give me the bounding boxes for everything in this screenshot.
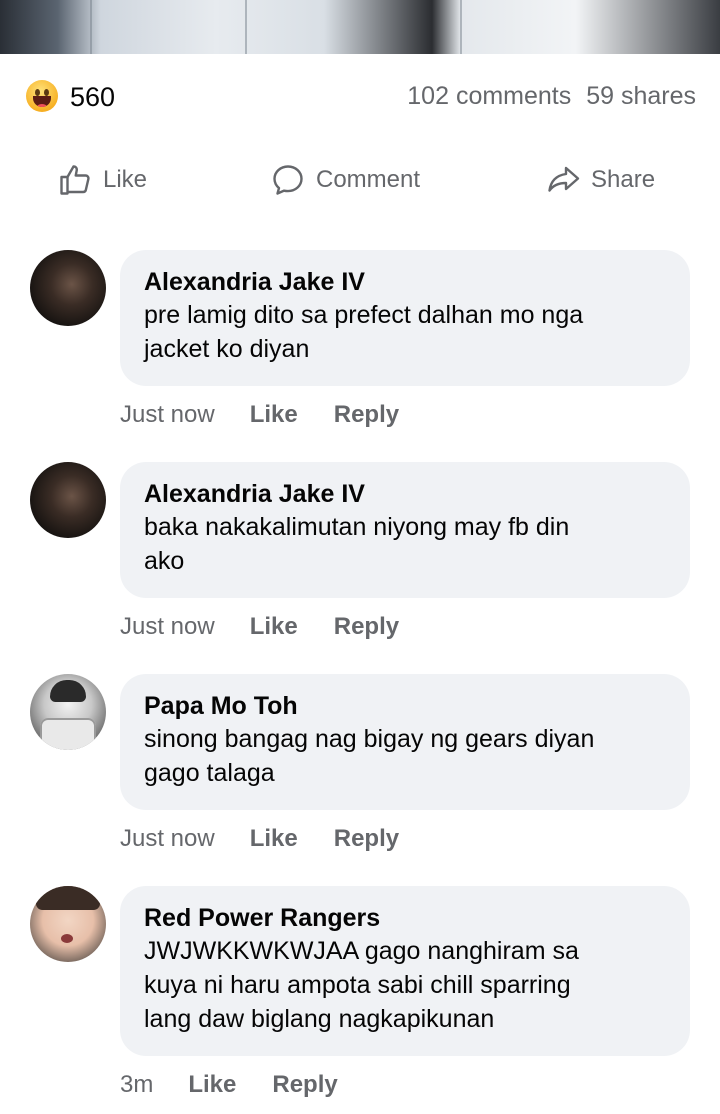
share-button[interactable]: Share bbox=[545, 160, 655, 200]
comment-meta: Just now Like Reply bbox=[120, 822, 435, 856]
post-action-bar: Like Comment Share bbox=[0, 150, 720, 210]
share-arrow-icon bbox=[548, 166, 580, 192]
commenter-name[interactable]: Alexandria Jake IV bbox=[144, 478, 666, 510]
comments-count[interactable]: 102 comments bbox=[407, 82, 571, 110]
comment-reply-button[interactable]: Reply bbox=[334, 401, 399, 429]
avatar[interactable] bbox=[30, 250, 106, 326]
like-label: Like bbox=[103, 166, 148, 193]
thumbs-up-icon bbox=[60, 165, 90, 195]
commenter-name[interactable]: Papa Mo Toh bbox=[144, 690, 666, 722]
comment-reply-button[interactable]: Reply bbox=[334, 825, 399, 853]
commenter-name[interactable]: Alexandria Jake IV bbox=[144, 266, 666, 298]
comment-text: JWJWKKWKWJAA gago nanghiram sa kuya ni h… bbox=[144, 937, 579, 1033]
comment-text: pre lamig dito sa prefect dalhan mo nga … bbox=[144, 301, 584, 363]
comment-text: baka nakakalimutan niyong may fb din ako bbox=[144, 513, 570, 575]
comment-reply-button[interactable]: Reply bbox=[334, 613, 399, 641]
post-stats-bar: 560 102 comments 59 shares bbox=[0, 54, 720, 140]
comment-bubble-icon bbox=[273, 165, 303, 195]
comment-like-button[interactable]: Like bbox=[250, 825, 298, 853]
comment-like-button[interactable]: Like bbox=[250, 401, 298, 429]
comment-label: Comment bbox=[316, 166, 421, 193]
shares-count[interactable]: 59 shares bbox=[586, 82, 696, 110]
engagement-counts: 102 comments 59 shares bbox=[407, 82, 696, 111]
like-button[interactable]: Like bbox=[57, 160, 147, 200]
comment-bubble[interactable]: Alexandria Jake IV pre lamig dito sa pre… bbox=[120, 250, 690, 386]
photo-detail bbox=[460, 0, 462, 54]
reaction-count[interactable]: 560 bbox=[70, 82, 115, 113]
comment-reply-button[interactable]: Reply bbox=[272, 1071, 337, 1099]
photo-detail bbox=[90, 0, 92, 54]
avatar[interactable] bbox=[30, 462, 106, 538]
comment-meta: 3m Like Reply bbox=[120, 1068, 374, 1102]
comment-time: 3m bbox=[120, 1071, 154, 1098]
comment-time: Just now bbox=[120, 825, 215, 852]
comment-button[interactable]: Comment bbox=[270, 160, 420, 200]
avatar[interactable] bbox=[30, 886, 106, 962]
comment-bubble[interactable]: Red Power Rangers JWJWKKWKWJAA gago nang… bbox=[120, 886, 690, 1056]
comment-meta: Just now Like Reply bbox=[120, 398, 435, 432]
haha-emoji-icon[interactable] bbox=[26, 80, 58, 112]
comment-like-button[interactable]: Like bbox=[250, 613, 298, 641]
comment-like-button[interactable]: Like bbox=[188, 1071, 236, 1099]
comment-bubble[interactable]: Alexandria Jake IV baka nakakalimutan ni… bbox=[120, 462, 690, 598]
post-photo[interactable] bbox=[0, 0, 720, 54]
photo-detail bbox=[245, 0, 247, 54]
comment-meta: Just now Like Reply bbox=[120, 610, 435, 644]
comment-time: Just now bbox=[120, 613, 215, 640]
avatar[interactable] bbox=[30, 674, 106, 750]
share-label: Share bbox=[591, 166, 656, 193]
comment-time: Just now bbox=[120, 401, 215, 428]
comment-bubble[interactable]: Papa Mo Toh sinong bangag nag bigay ng g… bbox=[120, 674, 690, 810]
comment-text: sinong bangag nag bigay ng gears diyan g… bbox=[144, 725, 595, 787]
commenter-name[interactable]: Red Power Rangers bbox=[144, 902, 666, 934]
